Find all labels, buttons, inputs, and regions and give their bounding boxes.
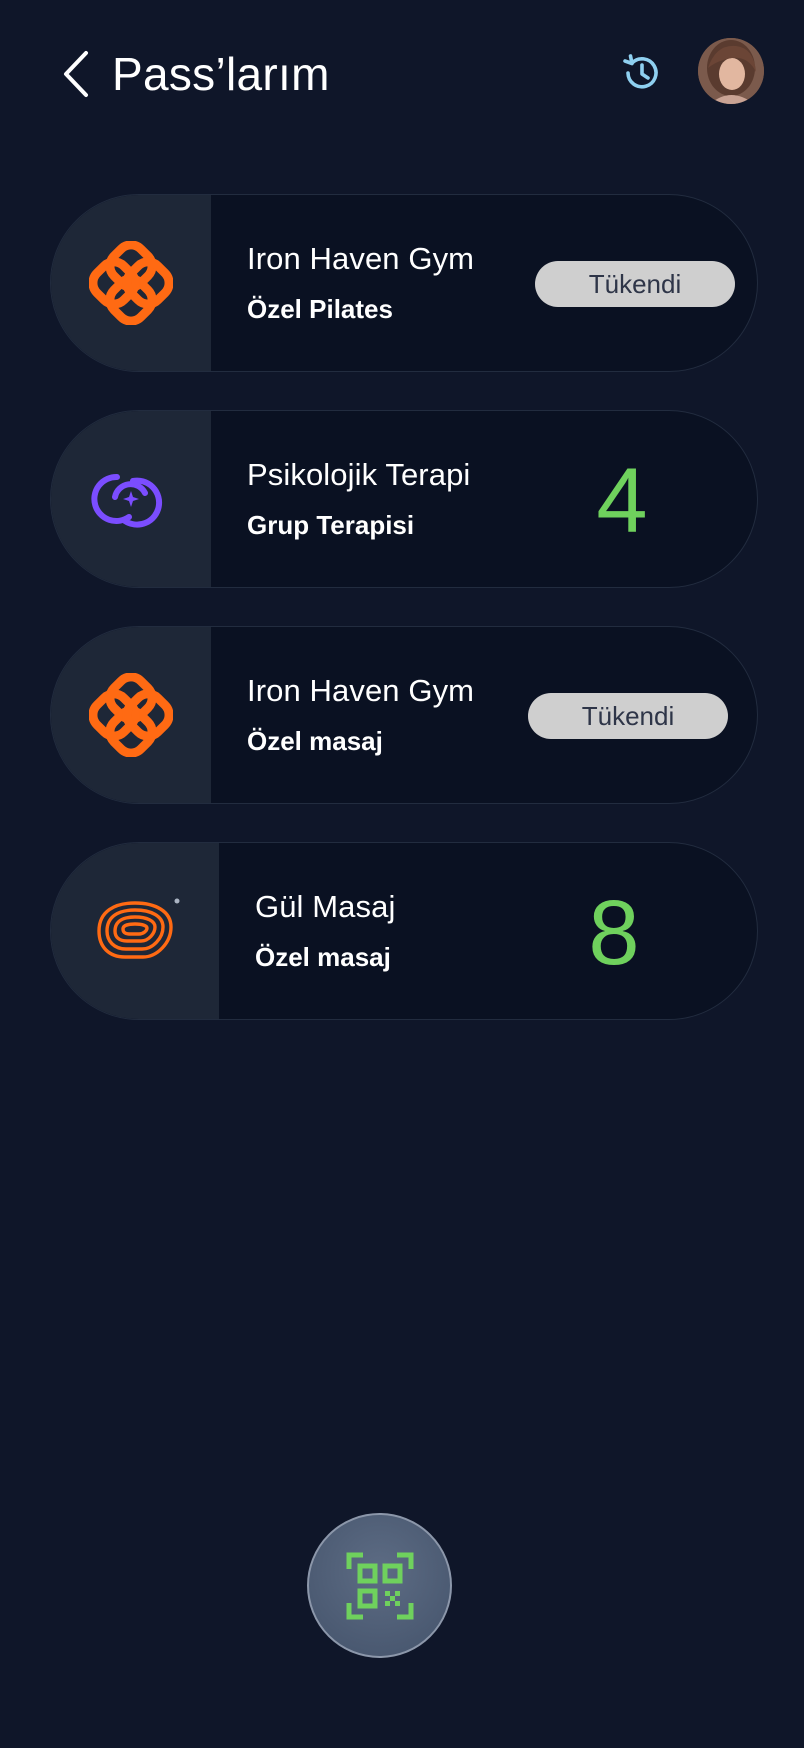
- pass-logo-area: [51, 843, 219, 1019]
- iron-haven-logo-icon: [89, 673, 173, 757]
- pass-logo-area: [51, 195, 211, 371]
- pass-card[interactable]: Gül Masaj Özel masaj 8: [50, 842, 758, 1020]
- pass-info: Iron Haven Gym Özel masaj: [247, 671, 474, 759]
- gul-masaj-logo-icon: [97, 898, 180, 959]
- pass-info: Psikolojik Terapi Grup Terapisi: [247, 455, 470, 543]
- back-button[interactable]: [56, 46, 96, 102]
- status-badge: Tükendi: [535, 261, 735, 307]
- pass-card[interactable]: Iron Haven Gym Özel Pilates Tükendi: [50, 194, 758, 372]
- qr-scan-icon: [346, 1552, 413, 1619]
- pass-service: Özel masaj: [255, 942, 391, 972]
- pass-venue: Gül Masaj: [255, 889, 396, 924]
- pass-logo-area: [51, 411, 211, 587]
- iron-haven-logo-icon: [89, 241, 173, 325]
- pass-card[interactable]: Psikolojik Terapi Grup Terapisi 4: [50, 410, 758, 588]
- header: Pass’larım: [0, 0, 804, 150]
- pass-service: Özel masaj: [247, 726, 383, 756]
- pass-venue: Psikolojik Terapi: [247, 457, 471, 492]
- avatar-photo: [698, 38, 764, 104]
- pass-venue: Iron Haven Gym: [247, 673, 475, 708]
- pass-card[interactable]: Iron Haven Gym Özel masaj Tükendi: [50, 626, 758, 804]
- pass-info: Gül Masaj Özel masaj: [255, 887, 395, 975]
- remaining-count: 8: [588, 882, 640, 984]
- psikolojik-terapi-logo-icon: [91, 473, 163, 528]
- pass-service: Grup Terapisi: [247, 510, 415, 540]
- page-title: Pass’larım: [112, 48, 330, 100]
- history-button[interactable]: [616, 48, 666, 98]
- pass-service: Özel Pilates: [247, 294, 393, 324]
- chevron-left-icon: [64, 51, 88, 97]
- remaining-count: 4: [596, 450, 648, 552]
- history-icon: [623, 54, 658, 89]
- pass-list: Iron Haven Gym Özel Pilates Tükendi Psik…: [50, 194, 758, 1058]
- avatar[interactable]: [698, 38, 764, 104]
- pass-venue: Iron Haven Gym: [247, 241, 475, 276]
- status-badge: Tükendi: [528, 693, 728, 739]
- pass-logo-area: [51, 627, 211, 803]
- pass-info: Iron Haven Gym Özel Pilates: [247, 239, 474, 327]
- qr-scan-button[interactable]: [307, 1513, 452, 1658]
